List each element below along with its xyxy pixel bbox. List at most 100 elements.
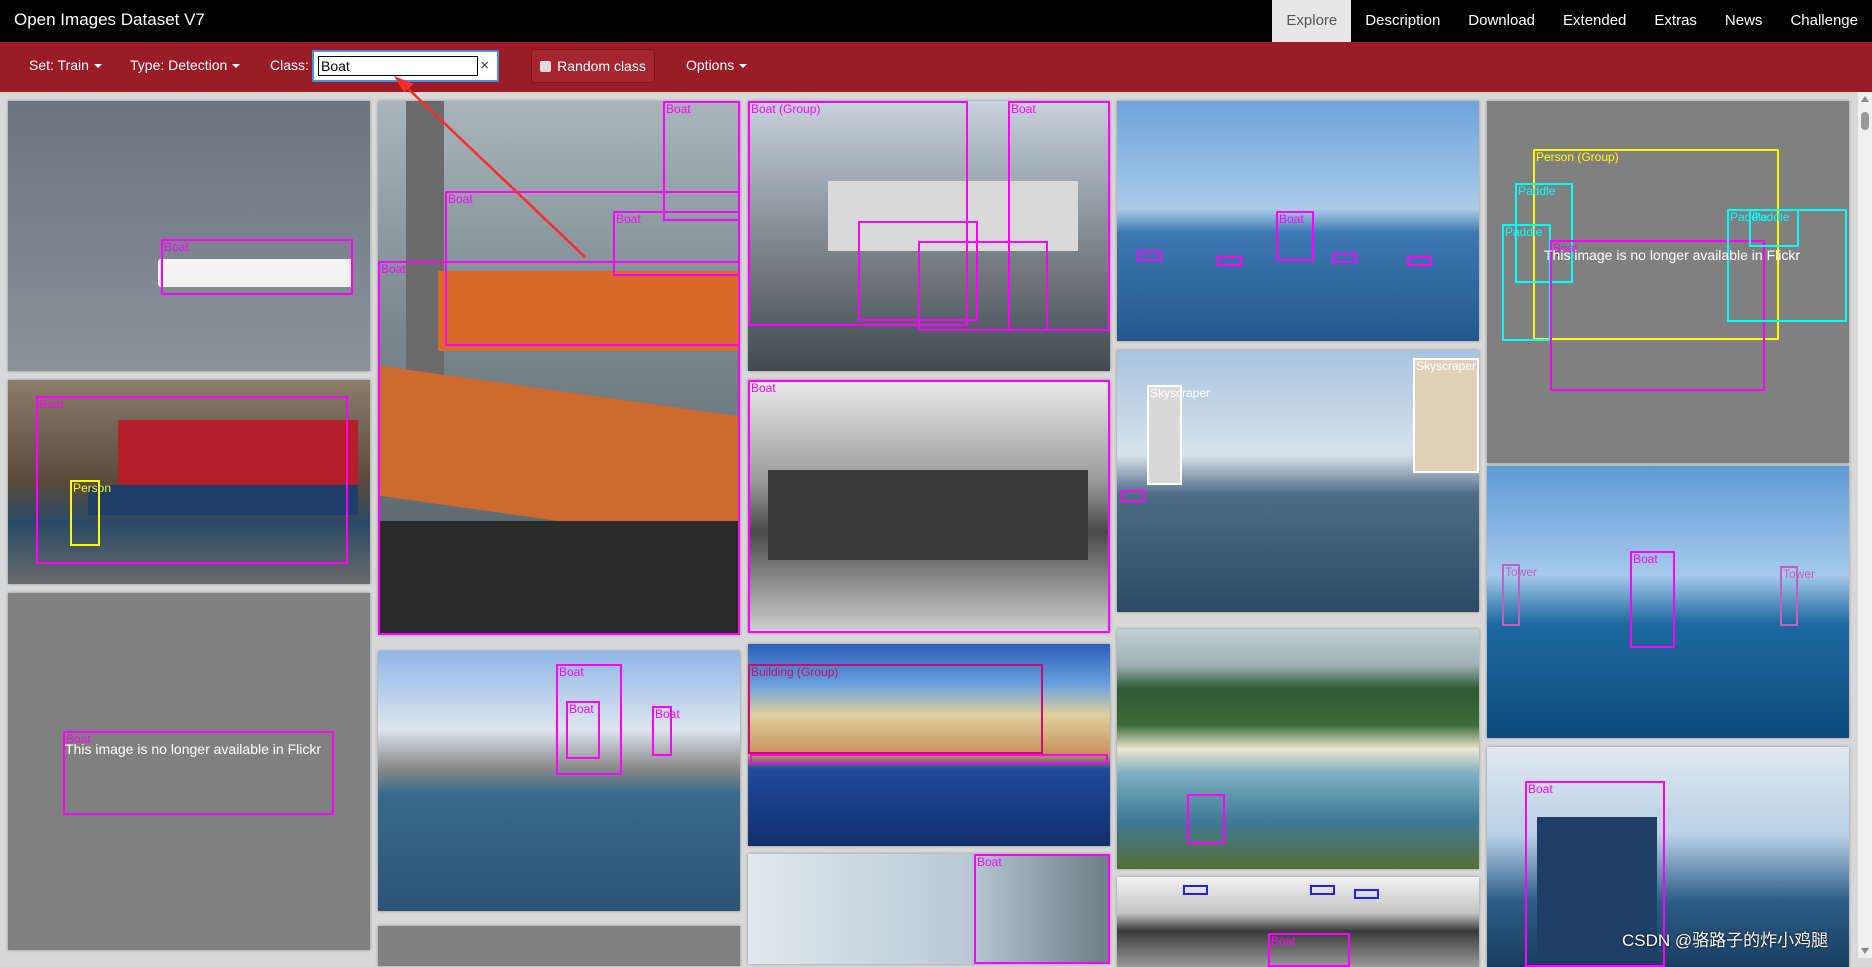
caret-down-icon xyxy=(93,64,102,69)
bbox-building-group: Building (Group) xyxy=(748,664,1043,754)
image-tile-soldiers[interactable]: Boat xyxy=(748,380,1110,633)
image-tile-marina[interactable]: Boat (Group) Boat xyxy=(748,101,1110,371)
image-tile-bridge[interactable]: Skyscraper Skyscraper xyxy=(1117,350,1479,612)
image-tile-harbor[interactable]: Boat Boat Boat xyxy=(378,651,740,911)
bbox-boat xyxy=(918,241,1048,331)
image-tile-cruise[interactable]: Boat xyxy=(8,101,370,371)
bbox-boat: Boat xyxy=(652,706,680,756)
bbox-label: Boat xyxy=(1011,102,1036,116)
nav-description[interactable]: Description xyxy=(1351,0,1454,42)
image-tile-coast[interactable] xyxy=(1117,629,1479,869)
bbox-boat xyxy=(1217,256,1242,266)
bbox-label: Boat xyxy=(977,855,1002,869)
bbox-label: Boat (Group) xyxy=(751,102,821,116)
bbox-boat-row xyxy=(750,754,1108,764)
bbox-label: Tower xyxy=(1505,565,1538,579)
scroll-thumb[interactable] xyxy=(1861,112,1869,130)
set-dropdown-label: Set: Train xyxy=(29,57,89,73)
bbox-label: Boat xyxy=(655,707,680,721)
bbox-paddle: Paddle xyxy=(1502,224,1551,341)
image-tile-bw-harbor[interactable]: Boat xyxy=(1117,877,1479,967)
scroll-down-icon[interactable] xyxy=(1861,948,1869,954)
class-search-box: × xyxy=(312,50,499,82)
bbox-boat: Boat xyxy=(1276,211,1314,261)
bbox-label: Boat xyxy=(448,192,473,206)
random-class-button[interactable]: Random class xyxy=(531,49,655,83)
bbox-label: Boat xyxy=(569,702,594,716)
image-tile-sailboat[interactable]: Boat Tower Tower xyxy=(1487,466,1849,738)
main-nav: Explore Description Download Extended Ex… xyxy=(1272,0,1872,42)
bbox-boat xyxy=(1183,885,1208,895)
bbox-skyscraper: Skyscraper xyxy=(1147,385,1210,485)
bbox-boat: Boat xyxy=(1268,933,1350,967)
image-tile-city[interactable]: Boat xyxy=(748,854,1110,964)
bbox-boat xyxy=(1332,253,1357,263)
clear-icon[interactable]: × xyxy=(480,57,489,74)
nav-download[interactable]: Download xyxy=(1454,0,1549,42)
image-tile-unavailable-top[interactable]: Person (Group) Paddle Paddle Boat Paddle… xyxy=(1487,101,1849,463)
unavailable-message: This image is no longer available in Fli… xyxy=(1544,247,1800,263)
bbox-label: Boat xyxy=(1528,782,1553,796)
bbox-label: Building (Group) xyxy=(751,665,839,679)
bbox-boat: Boat xyxy=(566,701,600,759)
bbox-label: Skyscraper xyxy=(1150,386,1211,400)
bbox-label: Tower xyxy=(1783,567,1816,581)
class-label: Class: xyxy=(270,57,309,73)
bbox-person: Person xyxy=(70,480,111,546)
vertical-scrollbar[interactable] xyxy=(1858,92,1872,958)
bbox-boat: Boat xyxy=(161,239,353,295)
bbox-tower: Tower xyxy=(1502,564,1537,626)
image-tile-fishing-boat[interactable]: Boat Person xyxy=(8,380,370,584)
type-dropdown[interactable]: Type: Detection xyxy=(130,57,241,73)
image-tile-bottom-col2[interactable] xyxy=(378,926,740,966)
nav-extended[interactable]: Extended xyxy=(1549,0,1640,42)
class-input[interactable] xyxy=(318,56,478,76)
bbox-label: Boat xyxy=(1271,934,1296,948)
options-dropdown-label: Options xyxy=(686,57,735,73)
options-dropdown[interactable]: Options xyxy=(686,57,748,73)
unavailable-message: This image is no longer available in Fli… xyxy=(65,741,321,757)
bbox-label: Paddle xyxy=(1752,210,1790,224)
image-tile-tugboat[interactable]: Boat Boat Boat Boat xyxy=(378,101,740,635)
bbox-label: Boat xyxy=(616,212,641,226)
filter-toolbar: Set: Train Type: Detection Class: × Rand… xyxy=(0,42,1872,92)
dice-icon xyxy=(540,61,552,72)
bbox-label: Boat xyxy=(39,397,64,411)
bbox-boat xyxy=(1121,490,1145,502)
nav-challenge[interactable]: Challenge xyxy=(1776,0,1872,42)
caret-down-icon xyxy=(739,64,748,69)
bbox-boat: Boat xyxy=(974,854,1110,964)
bbox-label: Skyscraper xyxy=(1416,359,1477,373)
random-class-label: Random class xyxy=(557,58,646,74)
bbox-label: Paddle xyxy=(1518,184,1556,198)
top-navbar: Open Images Dataset V7 Explore Descripti… xyxy=(0,0,1872,42)
bbox-label: Boat xyxy=(666,102,691,116)
caret-down-icon xyxy=(232,64,241,69)
image-tile-colorful-houses[interactable]: Building (Group) xyxy=(748,644,1110,846)
bbox-tower: Tower xyxy=(1780,566,1815,626)
bbox-boat: Boat xyxy=(378,261,740,635)
bbox-boat xyxy=(1187,794,1225,844)
bbox-label: Boat xyxy=(164,240,189,254)
bbox-boat xyxy=(1310,885,1335,895)
app-title[interactable]: Open Images Dataset V7 xyxy=(14,10,205,30)
nav-news[interactable]: News xyxy=(1711,0,1777,42)
bbox-label: Person xyxy=(73,481,112,495)
bbox-label: Paddle xyxy=(1505,225,1543,239)
image-tile-unavailable-left[interactable]: Boat This image is no longer available i… xyxy=(8,593,370,950)
bbox-boat: Boat xyxy=(748,380,1110,633)
bbox-label: Boat xyxy=(1279,212,1304,226)
scroll-up-icon[interactable] xyxy=(1861,96,1869,102)
watermark: CSDN @骆路子的炸小鸡腿 xyxy=(1622,931,1829,950)
bbox-label: Boat xyxy=(1633,552,1658,566)
nav-extras[interactable]: Extras xyxy=(1640,0,1711,42)
bbox-paddle: Paddle xyxy=(1749,209,1799,247)
nav-explore[interactable]: Explore xyxy=(1272,0,1352,42)
bbox-skyscraper: Skyscraper xyxy=(1413,358,1479,473)
bbox-label: Boat xyxy=(751,381,776,395)
bbox-label: Boat xyxy=(381,262,406,276)
bbox-label: Boat xyxy=(559,665,584,679)
image-tile-open-sea[interactable]: Boat xyxy=(1117,101,1479,341)
set-dropdown[interactable]: Set: Train xyxy=(29,57,102,73)
image-grid: Boat Boat Person Boat This image is no l… xyxy=(0,92,1872,967)
